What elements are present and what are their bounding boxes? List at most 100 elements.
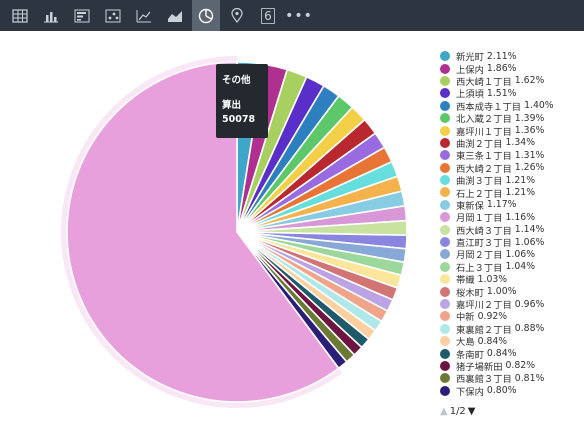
slice-tooltip: その他 算出 50078 xyxy=(216,64,268,138)
legend-swatch xyxy=(440,323,450,334)
legend-percent: 0.92% xyxy=(477,310,508,322)
legend-item[interactable]: 猪子場新田 0.82% xyxy=(440,360,580,373)
legend-item[interactable]: 西大崎１丁目 1.62% xyxy=(440,75,580,88)
legend-percent: 1.34% xyxy=(505,137,536,149)
pager-label: 1/2 xyxy=(449,406,466,417)
list-bar-icon xyxy=(74,9,90,22)
tooltip-value: 50078 xyxy=(222,114,256,125)
legend-percent: 1.04% xyxy=(505,261,536,273)
map-chart-button[interactable] xyxy=(223,0,251,31)
legend-swatch xyxy=(440,51,450,62)
tooltip-label: 算出 xyxy=(222,100,242,111)
legend-percent: 1.36% xyxy=(514,125,545,137)
legend-percent: 1.17% xyxy=(486,199,517,211)
legend-item[interactable]: 上保内 1.86% xyxy=(440,62,580,76)
legend-percent: 1.26% xyxy=(514,162,545,174)
legend-percent: 1.21% xyxy=(505,186,536,198)
legend-percent: 0.80% xyxy=(486,385,517,397)
legend-swatch xyxy=(440,261,450,272)
legend-swatch xyxy=(440,88,450,99)
legend-item[interactable]: 西大崎３丁目 1.14% xyxy=(440,223,580,237)
row-chart-button[interactable] xyxy=(68,0,96,31)
legend-swatch xyxy=(440,63,450,74)
legend-percent: 0.88% xyxy=(514,323,545,335)
scatter-chart-button[interactable] xyxy=(99,0,127,31)
legend-swatch xyxy=(440,348,450,359)
legend-item[interactable]: 桜木町 1.00% xyxy=(440,285,580,299)
legend-swatch xyxy=(440,311,450,322)
pie-chart-button[interactable] xyxy=(192,0,220,31)
legend-label: 下保内 xyxy=(456,386,484,398)
legend-percent: 0.84% xyxy=(477,335,508,347)
table-view-button[interactable] xyxy=(6,0,34,31)
legend-item[interactable]: 西大崎２丁目 1.26% xyxy=(440,162,580,175)
legend-percent: 1.06% xyxy=(514,236,545,248)
legend-item[interactable]: 下保内 0.80% xyxy=(440,385,580,398)
legend-item[interactable]: 西本成寺１丁目 1.40% xyxy=(440,100,580,113)
legend-swatch xyxy=(440,274,450,285)
legend-percent: 1.21% xyxy=(505,174,536,186)
legend-swatch xyxy=(440,385,450,396)
legend-item[interactable]: 石上２丁目 1.21% xyxy=(440,186,580,200)
legend-item[interactable]: 東三条１丁目 1.31% xyxy=(440,149,580,162)
legend-pager: ▲ 1/2 ▼ xyxy=(440,406,476,417)
number-icon: 6 xyxy=(261,7,275,24)
legend-swatch xyxy=(440,224,450,235)
legend-item[interactable]: 嘉坪川１丁目 1.36% xyxy=(440,124,580,138)
legend-swatch xyxy=(440,187,450,198)
bar-chart-icon xyxy=(44,11,58,22)
legend-item[interactable]: 嘉坪川２丁目 0.96% xyxy=(440,298,580,311)
line-chart-button[interactable] xyxy=(130,0,158,31)
legend-percent: 1.51% xyxy=(486,87,517,99)
legend-item[interactable]: 北入蔵２丁目 1.39% xyxy=(440,112,580,125)
chart-legend: 新光町 2.11% 上保内 1.86% 西大崎１丁目 1.62% 上須頃 1.51% 西本成寺１… xyxy=(440,50,580,402)
legend-percent: 0.96% xyxy=(514,298,545,310)
legend-percent: 1.39% xyxy=(514,112,545,124)
legend-item[interactable]: 東新保 1.17% xyxy=(440,199,580,212)
pager-up-button[interactable]: ▲ xyxy=(440,406,448,417)
legend-swatch xyxy=(440,113,450,124)
legend-swatch xyxy=(440,75,450,86)
legend-percent: 1.62% xyxy=(514,75,545,87)
pager-down-button[interactable]: ▼ xyxy=(468,406,476,417)
legend-item[interactable]: 石上３丁目 1.04% xyxy=(440,261,580,274)
legend-percent: 0.84% xyxy=(486,348,517,360)
more-options-button[interactable]: ••• xyxy=(285,0,313,31)
legend-item[interactable]: 東裏館２丁目 0.88% xyxy=(440,323,580,336)
pie-chart-icon xyxy=(198,8,214,23)
legend-item[interactable]: 月岡１丁目 1.16% xyxy=(440,211,580,224)
table-icon xyxy=(12,8,28,23)
map-pin-icon xyxy=(231,8,243,23)
legend-swatch xyxy=(440,299,450,309)
legend-swatch xyxy=(440,150,450,161)
legend-item[interactable]: 上須頃 1.51% xyxy=(440,87,580,100)
legend-swatch xyxy=(440,249,450,260)
legend-swatch xyxy=(440,100,450,111)
bar-chart-button[interactable] xyxy=(37,0,65,31)
number-chart-button[interactable]: 6 xyxy=(254,0,282,31)
legend-item[interactable]: 直江町３丁目 1.06% xyxy=(440,236,580,249)
legend-item[interactable]: 月岡２丁目 1.06% xyxy=(440,248,580,261)
legend-percent: 1.00% xyxy=(486,286,517,298)
legend-item[interactable]: 中新 0.92% xyxy=(440,310,580,323)
legend-item[interactable]: 条南町 0.84% xyxy=(440,347,580,361)
scatter-icon xyxy=(105,9,121,22)
legend-swatch xyxy=(440,237,450,248)
legend-item[interactable]: 曲渕３丁目 1.21% xyxy=(440,174,580,187)
legend-swatch xyxy=(440,162,450,173)
legend-item[interactable]: 新光町 2.11% xyxy=(440,50,580,63)
legend-swatch xyxy=(440,175,450,186)
legend-item[interactable]: 帯織 1.03% xyxy=(440,273,580,286)
legend-item[interactable]: 大島 0.84% xyxy=(440,335,580,348)
legend-item[interactable]: 西裏館３丁目 0.81% xyxy=(440,372,580,385)
legend-percent: 1.86% xyxy=(486,63,517,75)
more-icon: ••• xyxy=(285,7,313,24)
legend-item[interactable]: 曲渕２丁目 1.34% xyxy=(440,137,580,150)
area-chart-button[interactable] xyxy=(161,0,189,31)
chart-type-toolbar: 6 ••• xyxy=(0,0,584,31)
legend-swatch xyxy=(440,137,450,148)
legend-swatch xyxy=(440,286,450,297)
legend-swatch xyxy=(440,125,450,136)
legend-percent: 1.03% xyxy=(477,273,508,285)
legend-percent: 1.14% xyxy=(514,224,545,236)
